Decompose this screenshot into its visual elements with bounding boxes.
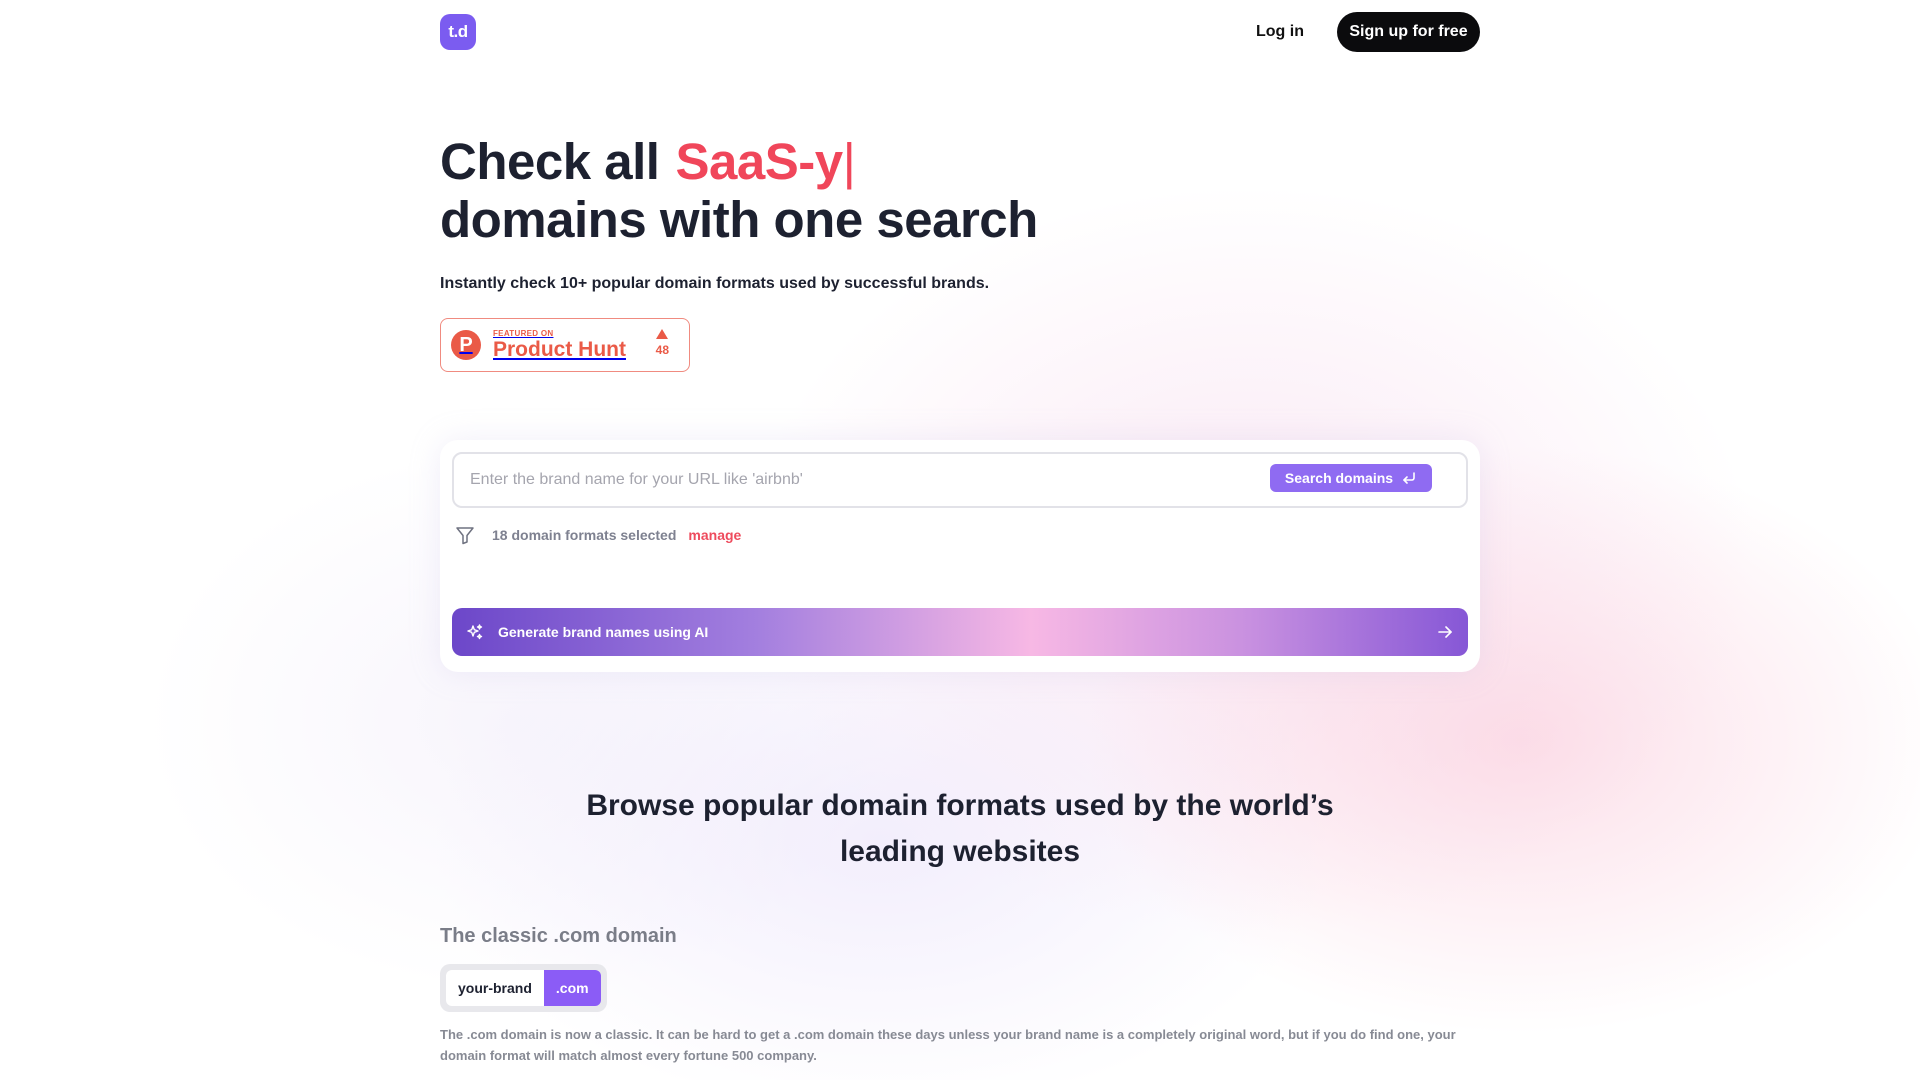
logo-text: t.d: [448, 22, 468, 41]
product-hunt-name: Product Hunt: [493, 338, 626, 361]
manage-formats-link[interactable]: manage: [688, 527, 741, 543]
search-domains-button[interactable]: Search domains: [1270, 464, 1432, 492]
hero-title-prefix: Check all: [440, 133, 660, 190]
login-link[interactable]: Log in: [1256, 20, 1304, 44]
page: t.d Log in Sign up for free Check all Saa…: [0, 0, 1920, 1080]
generate-brand-names-label: Generate brand names using AI: [498, 624, 709, 640]
signup-button[interactable]: Sign up for free: [1337, 12, 1480, 52]
search-domains-label: Search domains: [1284, 470, 1394, 486]
browse-title: Browse popular domain formats used by th…: [440, 783, 1480, 875]
product-hunt-badge[interactable]: P FEATURED ON Product Hunt 48: [440, 318, 690, 372]
upvote-triangle-icon: [656, 329, 669, 339]
arrow-right-icon: [1438, 626, 1452, 638]
product-hunt-featured-label: FEATURED ON: [493, 329, 554, 338]
search-box: Search domains: [452, 452, 1468, 508]
typing-cursor: |: [842, 133, 856, 190]
browse-title-line2: leading websites: [839, 835, 1081, 868]
domain-example-name: your-brand: [446, 970, 544, 1006]
formats-row: 18 domain formats selected manage: [454, 524, 741, 546]
logo[interactable]: t.d: [440, 14, 476, 50]
product-hunt-text: FEATURED ON Product Hunt: [493, 329, 626, 361]
hero-subtitle: Instantly check 10+ popular domain forma…: [440, 275, 990, 292]
filter-icon[interactable]: [454, 524, 476, 546]
domain-example-tld: .com: [543, 970, 601, 1006]
brand-name-input[interactable]: [470, 454, 1250, 506]
browse-title-line1: Browse popular domain formats used by th…: [586, 789, 1334, 822]
domain-example-pill: your-brand .com: [440, 964, 607, 1012]
formats-selected-count: 18 domain formats selected: [492, 527, 677, 543]
product-hunt-logo-icon: P: [451, 330, 481, 360]
hero-title: Check all SaaS-y| domains with one search: [440, 133, 1038, 249]
classic-com-description: The .com domain is now a classic. It can…: [440, 1027, 1456, 1063]
search-card: Search domains 18 domain formats selecte…: [440, 440, 1480, 672]
classic-com-title: The classic .com domain: [440, 925, 677, 947]
hero-title-line2: domains with one search: [440, 191, 1038, 248]
generate-brand-names-button[interactable]: Generate brand names using AI: [452, 608, 1468, 656]
return-arrow-icon: [1403, 472, 1415, 484]
sparkles-icon: [467, 624, 483, 640]
product-hunt-votes: 48: [656, 329, 669, 357]
hero-title-accent: SaaS-y: [675, 133, 843, 190]
product-hunt-vote-count: 48: [655, 343, 669, 357]
